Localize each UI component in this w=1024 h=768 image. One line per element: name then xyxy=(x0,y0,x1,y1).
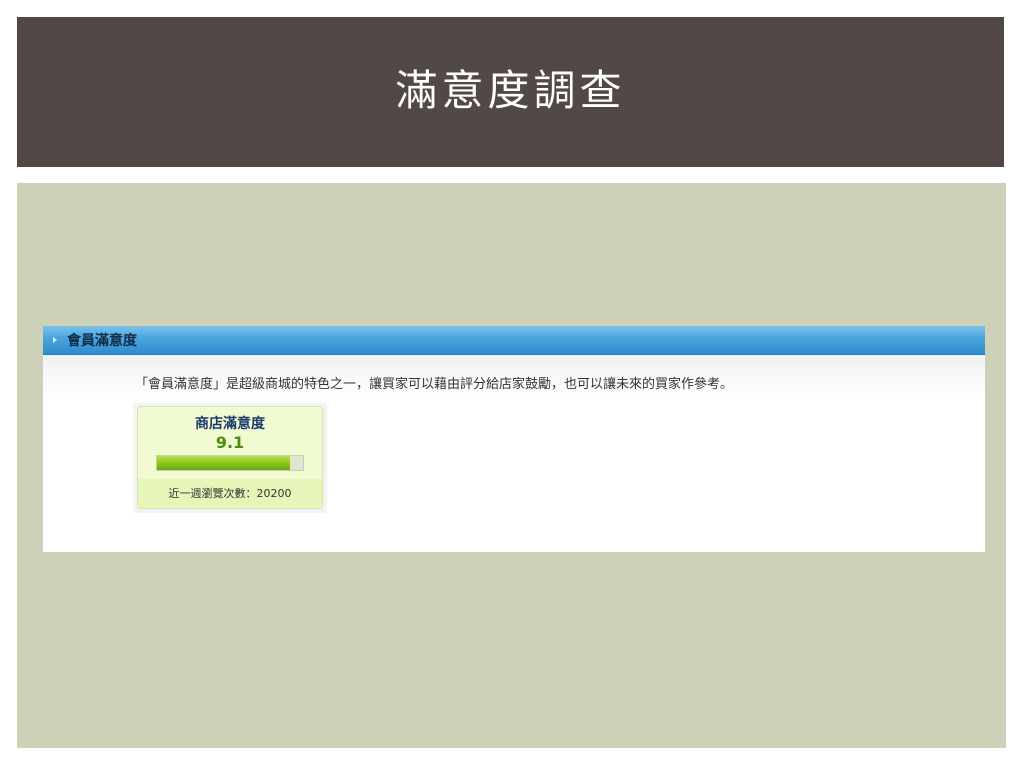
store-rating-bar xyxy=(156,455,304,471)
slide-title: 滿意度調查 xyxy=(395,65,626,115)
store-rating-score: 9.1 xyxy=(215,433,245,452)
title-bar: 滿意度調查 xyxy=(17,17,1004,167)
store-rating-title: 商店滿意度 xyxy=(195,416,265,432)
panel-header: 會員滿意度 xyxy=(43,326,985,355)
slide: 滿意度調查 會員滿意度 「會員滿意度」是超級商城的特色之一，讓買家可以藉由評分給… xyxy=(0,0,1024,768)
weekly-views-count: 近一週瀏覽次數：20200 xyxy=(138,479,322,508)
panel-body: 「會員滿意度」是超級商城的特色之一，讓買家可以藉由評分給店家鼓勵，也可以讓未來的… xyxy=(43,355,985,552)
panel-description: 「會員滿意度」是超級商城的特色之一，讓買家可以藉由評分給店家鼓勵，也可以讓未來的… xyxy=(135,377,734,392)
store-rating-inner: 商店滿意度 9.1 近一週瀏覽次數：20200 xyxy=(137,406,323,509)
panel-header-title: 會員滿意度 xyxy=(67,333,137,349)
member-satisfaction-panel: 會員滿意度 「會員滿意度」是超級商城的特色之一，讓買家可以藉由評分給店家鼓勵，也… xyxy=(43,326,985,552)
store-rating-bar-fill xyxy=(157,456,290,470)
store-rating-card: 商店滿意度 9.1 近一週瀏覽次數：20200 xyxy=(133,403,327,513)
triangle-right-icon xyxy=(53,337,57,343)
content-area: 會員滿意度 「會員滿意度」是超級商城的特色之一，讓買家可以藉由評分給店家鼓勵，也… xyxy=(17,183,1006,748)
